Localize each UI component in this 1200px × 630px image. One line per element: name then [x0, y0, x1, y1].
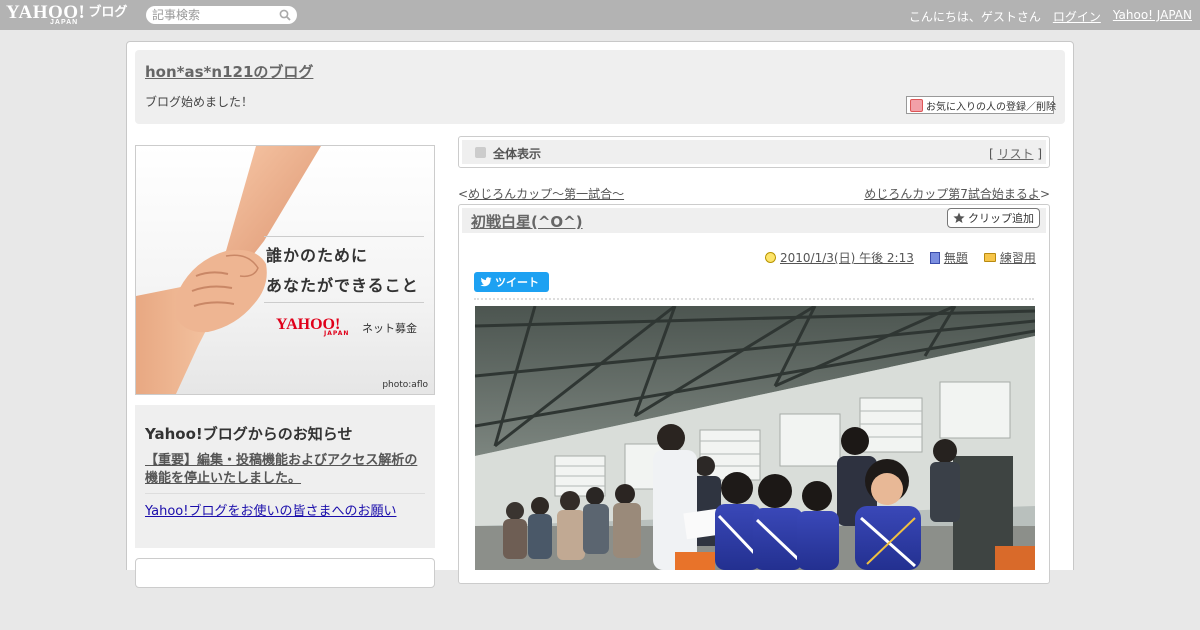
top-bar: YAHOO! JAPAN ブログ こんにちは、ゲストさん ログイン Yahoo!…	[0, 0, 1200, 30]
post-category-link[interactable]: 練習用	[1000, 249, 1036, 266]
yahoo-japan-link[interactable]: Yahoo! JAPAN	[1113, 8, 1192, 25]
clip-add-label: クリップ追加	[968, 212, 1034, 225]
user-nav: こんにちは、ゲストさん ログイン Yahoo! JAPAN	[909, 8, 1192, 25]
next-mark: >	[1039, 187, 1050, 201]
ad-headline-2: あなたができること	[266, 276, 419, 295]
arrow-right-icon	[475, 147, 486, 158]
greeting-text: こんにちは、ゲストさん	[908, 10, 1041, 24]
ad-rule-bottom	[264, 302, 424, 303]
search-box	[146, 6, 297, 24]
ad-photo-credit: photo:aflo	[382, 380, 428, 390]
sidebar-panel	[135, 558, 435, 588]
team-photo-image	[475, 306, 1035, 570]
helping-hands-image	[136, 146, 321, 394]
ad-product-name: ネット募金	[362, 322, 417, 335]
post-title[interactable]: 初戦白星(^O^)	[471, 211, 583, 232]
ad-yahoo-logo-sub: JAPAN	[324, 330, 350, 337]
prev-mark: <	[458, 187, 469, 201]
prev-post-link[interactable]: めじろんカップ～第一試合～	[468, 187, 624, 201]
twitter-bird-icon	[480, 277, 492, 287]
ad-headline-1: 誰かのために	[266, 246, 369, 265]
blog-description: ブログ始めました！	[145, 95, 254, 109]
net-donation-ad[interactable]: 誰かのために あなたができること YAHOO! JAPAN ネット募金 phot…	[135, 145, 435, 395]
logo-blog: ブログ	[88, 5, 128, 20]
post-theme-link[interactable]: 無題	[944, 249, 968, 266]
ad-rule-top	[264, 236, 424, 237]
post-divider	[474, 298, 1034, 300]
blog-title[interactable]: hon*as*n121のブログ	[145, 61, 313, 82]
logo-japan: JAPAN	[50, 19, 79, 26]
clip-add-button[interactable]: クリップ追加	[947, 208, 1040, 228]
search-icon[interactable]	[279, 9, 291, 21]
favorite-register-button[interactable]: お気に入りの人の登録／削除	[906, 96, 1056, 114]
tweet-button[interactable]: ツイート	[474, 272, 549, 292]
notice-divider	[145, 493, 425, 494]
search-input[interactable]	[152, 7, 272, 23]
post-meta: 2010/1/3(日) 午後 2:13 無題 練習用	[765, 249, 1036, 266]
heart-icon	[910, 98, 923, 112]
star-icon	[953, 212, 965, 223]
folder-icon	[983, 253, 996, 262]
tweet-label: ツイート	[495, 276, 539, 289]
post-photo[interactable]	[475, 306, 1035, 570]
post-date-link[interactable]: 2010/1/3(日) 午後 2:13	[780, 249, 914, 266]
list-link[interactable]: リスト	[997, 147, 1033, 161]
clock-icon	[765, 252, 776, 263]
next-post-nav: めじろんカップ第7試合始まるよ>	[864, 185, 1050, 202]
login-link[interactable]: ログイン	[1053, 8, 1101, 25]
next-post-link[interactable]: めじろんカップ第7試合始まるよ	[864, 187, 1040, 201]
notice-title: Yahoo!ブログからのお知らせ	[145, 425, 353, 443]
yahoo-blog-logo[interactable]: YAHOO! JAPAN ブログ	[6, 3, 127, 27]
view-bar-inner	[462, 140, 1046, 164]
view-all-label: 全体表示	[493, 147, 542, 161]
theme-book-icon	[929, 251, 940, 264]
notice-link-request[interactable]: Yahoo!ブログをお使いの皆さまへのお願い	[145, 500, 396, 519]
notice-link-important[interactable]: 【重要】編集・投稿機能およびアクセス解析の機能を停止いたしました。	[145, 452, 429, 488]
list-bracket-close: ]	[1033, 147, 1042, 161]
list-link-wrapper: [ リスト ]	[989, 145, 1042, 162]
favorite-register-label: お気に入りの人の登録／削除	[926, 101, 1056, 113]
prev-post-nav: <めじろんカップ～第一試合～	[458, 185, 624, 202]
